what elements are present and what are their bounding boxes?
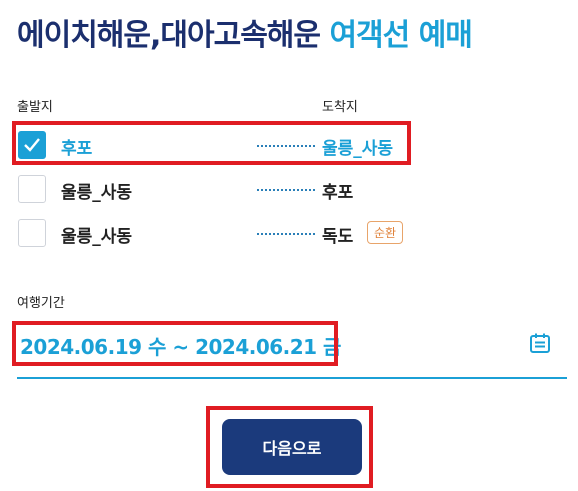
route-checkbox-3[interactable] <box>18 219 46 247</box>
route-checkbox-2[interactable] <box>18 175 46 203</box>
route-highlight-box <box>12 121 411 165</box>
button-highlight-box <box>206 406 373 488</box>
route-dots <box>257 189 315 191</box>
title-main: 에이치해운,대아고속해운 <box>17 18 321 53</box>
departure-label: 출발지 <box>17 100 53 115</box>
route-from: 울릉_사동 <box>61 227 133 247</box>
route-to: 후포 <box>322 183 354 203</box>
title-accent: 여객선 예매 <box>329 18 472 53</box>
period-highlight-box <box>12 321 338 366</box>
route-option-2[interactable]: 울릉_사동 후포 <box>17 170 417 210</box>
arrival-label: 도착지 <box>322 100 358 115</box>
route-dots <box>257 233 315 235</box>
route-from: 울릉_사동 <box>61 183 133 203</box>
period-label: 여행기간 <box>17 296 65 311</box>
period-underline <box>17 377 567 379</box>
route-option-3[interactable]: 울릉_사동 독도 순환 <box>17 214 417 254</box>
calendar-icon-graphic <box>530 333 550 353</box>
page-title: 에이치해운,대아고속해운 여객선 예매 <box>17 10 473 54</box>
circular-badge: 순환 <box>367 221 404 244</box>
calendar-icon[interactable] <box>528 331 552 355</box>
route-to: 독도 <box>322 227 354 247</box>
